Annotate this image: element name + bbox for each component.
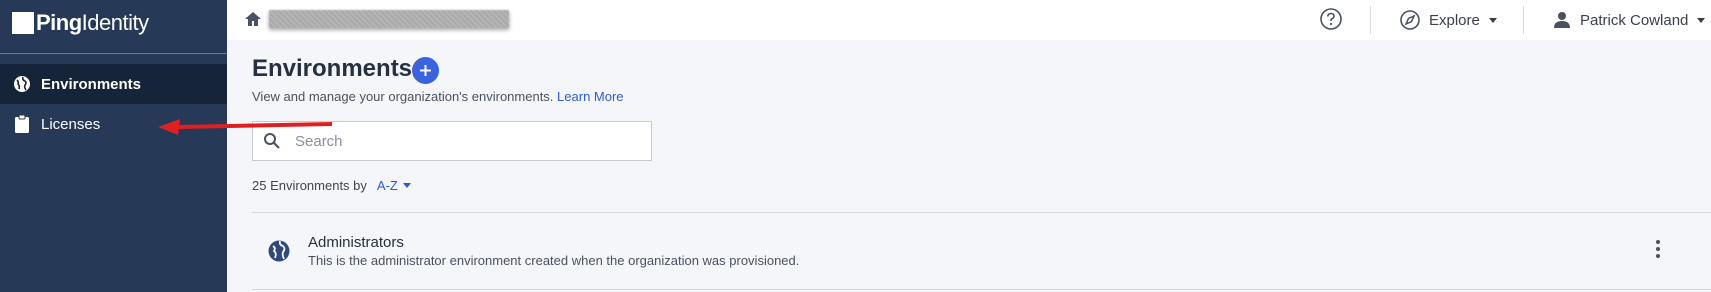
globe-icon: [13, 75, 31, 93]
sort-dropdown[interactable]: A-Z: [377, 178, 411, 193]
topbar-separator: [1523, 6, 1524, 34]
environment-description: This is the administrator environment cr…: [308, 253, 800, 268]
breadcrumb-redacted[interactable]: [269, 10, 509, 28]
explore-label: Explore: [1429, 11, 1480, 29]
subtitle-text: View and manage your organization's envi…: [252, 89, 554, 104]
page-subtitle: View and manage your organization's envi…: [252, 89, 624, 104]
clipboard-icon: [13, 115, 31, 133]
user-icon: [1552, 10, 1572, 30]
list-divider: [252, 289, 1711, 290]
chevron-down-icon: [402, 183, 411, 188]
search-input[interactable]: [295, 132, 625, 150]
sidebar-item-label: Environments: [41, 75, 142, 93]
add-environment-button[interactable]: [412, 57, 439, 84]
top-bar: Explore Patrick Cowland: [227, 0, 1711, 40]
ping-identity-logo[interactable]: PingIdentity: [12, 10, 149, 36]
sidebar-item-label: Licenses: [41, 115, 101, 133]
sidebar-item-environments[interactable]: Environments: [0, 64, 227, 104]
user-name: Patrick Cowland: [1580, 11, 1689, 29]
page-title: Environments: [252, 55, 413, 82]
chevron-down-icon: [1697, 17, 1706, 23]
compass-icon: [1399, 9, 1421, 31]
environment-count: 25 Environments by A-Z: [252, 178, 411, 193]
logo-mark: [12, 12, 34, 34]
count-text: 25 Environments by: [252, 178, 367, 193]
home-icon[interactable]: [243, 9, 263, 29]
annotation-arrow-icon: [158, 119, 332, 135]
environment-name: Administrators: [308, 234, 404, 251]
user-menu-button[interactable]: Patrick Cowland: [1552, 0, 1706, 40]
plus-icon: [420, 65, 431, 76]
sidebar-divider: [0, 53, 227, 54]
topbar-separator: [1370, 6, 1371, 34]
sidebar: PingIdentity Environments Licenses: [0, 0, 227, 292]
globe-icon: [267, 239, 291, 263]
list-item[interactable]: Administrators This is the administrator…: [252, 213, 1711, 287]
learn-more-link[interactable]: Learn More: [557, 89, 623, 104]
more-options-icon[interactable]: [1652, 237, 1664, 261]
explore-menu-button[interactable]: Explore: [1399, 0, 1497, 40]
logo-text: PingIdentity: [36, 10, 149, 35]
help-icon[interactable]: [1318, 6, 1344, 32]
sort-label: A-Z: [376, 178, 398, 193]
chevron-down-icon: [1488, 17, 1497, 23]
